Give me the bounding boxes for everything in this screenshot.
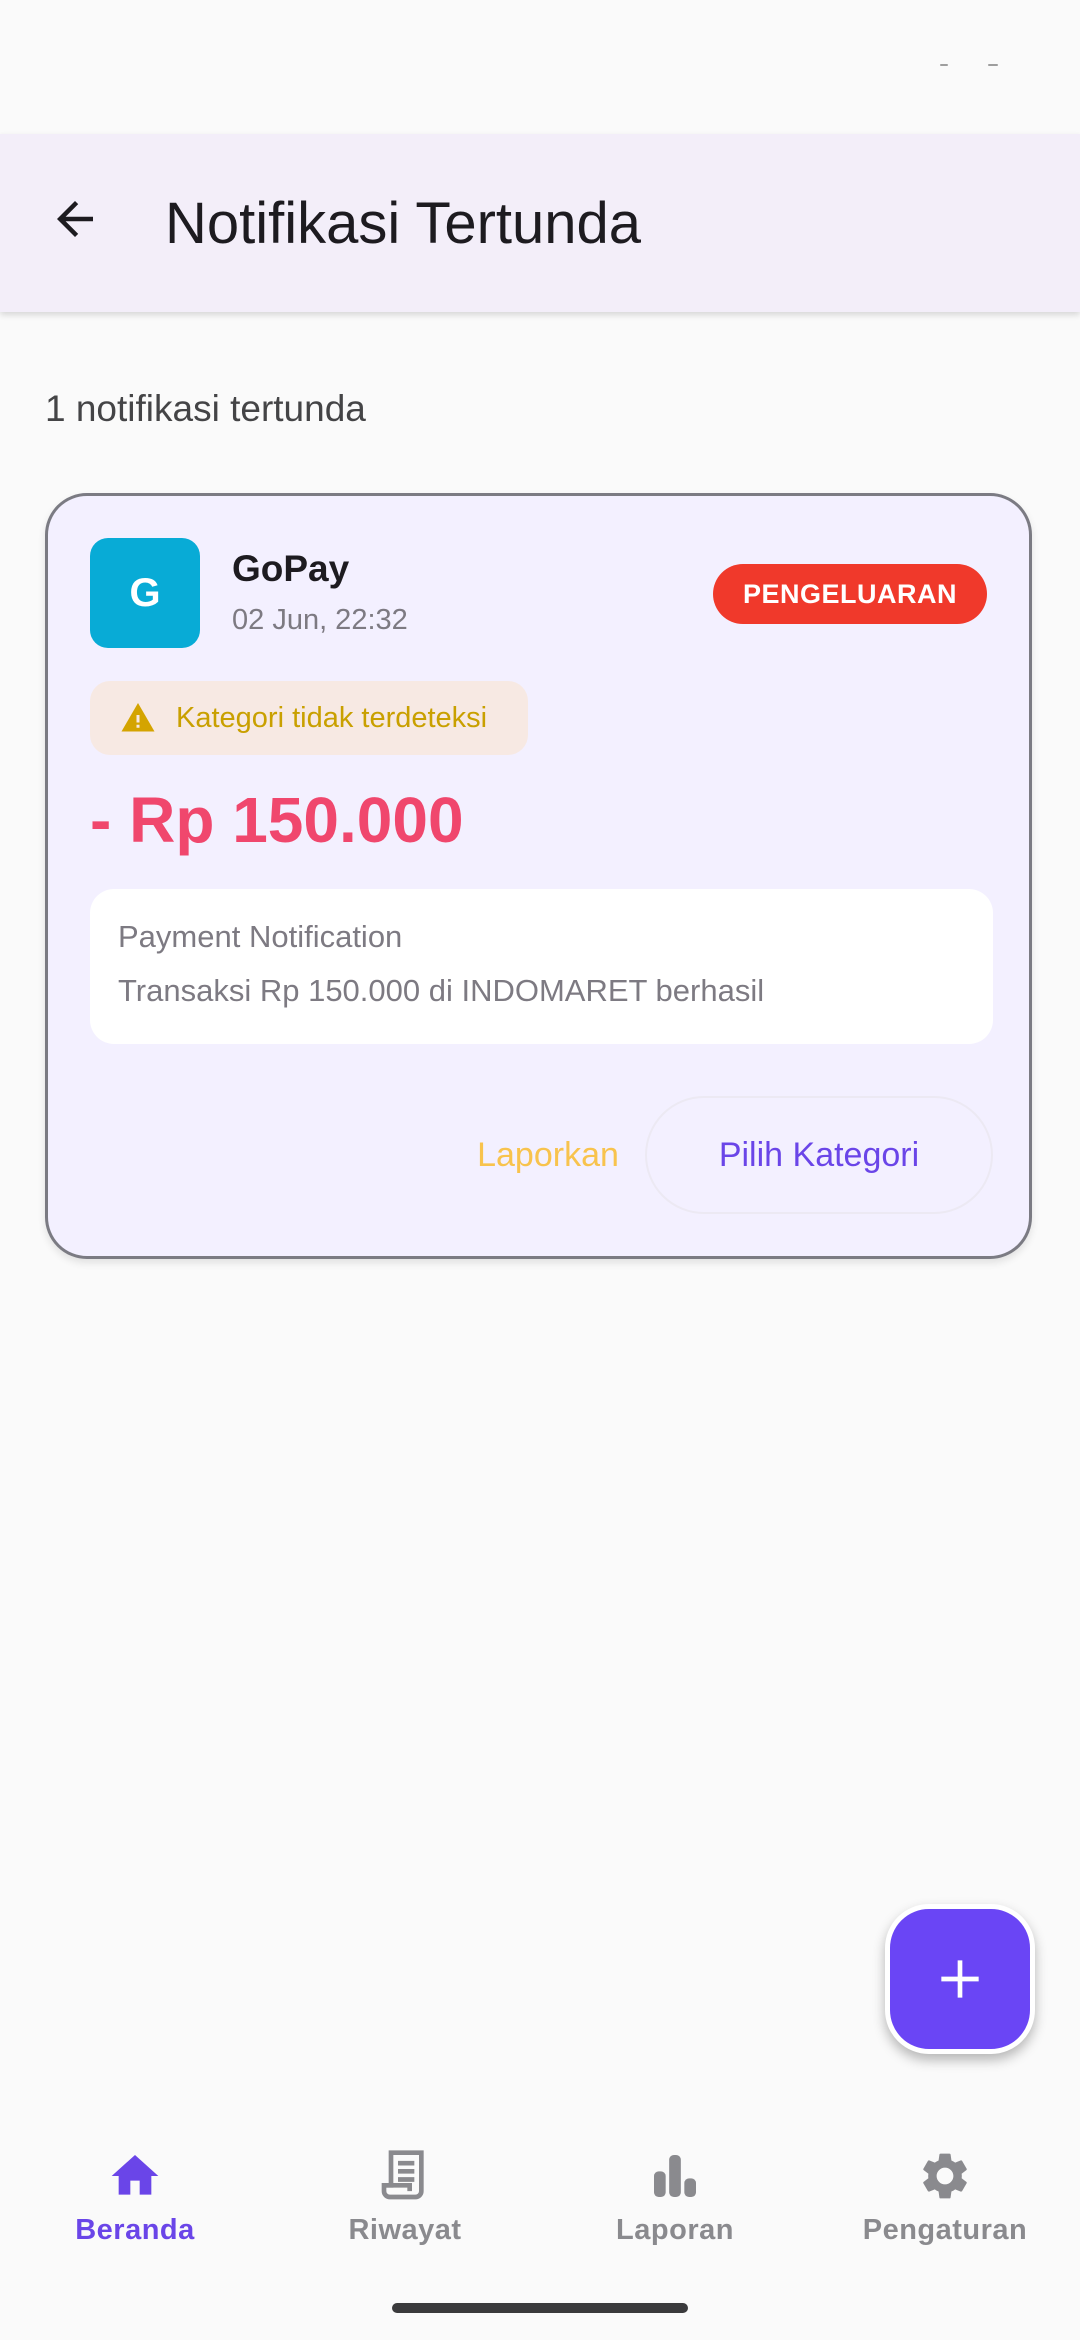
- badge-label: PENGELUARAN: [742, 578, 957, 609]
- source-name: GoPay: [232, 548, 350, 589]
- notification-card: G GoPay 02 Jun, 22:32 PENGELUARAN Katego…: [45, 493, 1032, 1259]
- gear-icon: [923, 2153, 967, 2199]
- nav-label: Pengaturan: [862, 2214, 1028, 2246]
- status-bar: [0, 0, 1080, 134]
- back-button[interactable]: [30, 174, 120, 264]
- choose-category-button[interactable]: Pilih Kategori: [645, 1096, 993, 1214]
- plus-icon: [941, 1960, 979, 1998]
- notification-message: Payment Notification Transaksi Rp 150.00…: [90, 889, 993, 1044]
- add-transaction-button[interactable]: [885, 1904, 1035, 2054]
- nav-label: Beranda: [75, 2214, 195, 2246]
- nav-label: Riwayat: [348, 2214, 462, 2246]
- home-indicator[interactable]: [392, 2303, 688, 2313]
- status-indicator: [988, 64, 998, 66]
- bar-chart-icon: [654, 2155, 696, 2197]
- home-icon: [111, 2155, 159, 2195]
- pending-count-text: 1 notifikasi tertunda: [45, 388, 366, 429]
- nav-item-beranda[interactable]: Beranda: [0, 2146, 270, 2256]
- nav-item-pengaturan[interactable]: Pengaturan: [810, 2146, 1080, 2256]
- nav-item-riwayat[interactable]: Riwayat: [270, 2146, 540, 2256]
- category-warning-chip: Kategori tidak terdeteksi: [90, 681, 528, 755]
- source-avatar: G: [90, 538, 200, 648]
- warning-triangle-icon: [121, 703, 155, 732]
- report-button[interactable]: Laporkan: [418, 1096, 678, 1214]
- avatar-letter: G: [129, 570, 161, 615]
- transaction-amount: - Rp 150.000: [90, 784, 464, 856]
- page-title: Notifikasi Tertunda: [165, 190, 642, 256]
- receipt-icon: [381, 2150, 424, 2200]
- app-bar: Notifikasi Tertunda: [0, 134, 1080, 312]
- bottom-navigation: Beranda Riwayat Laporan Pengaturan: [0, 2098, 1080, 2340]
- nav-label: Laporan: [616, 2214, 734, 2246]
- transaction-type-badge: PENGELUARAN: [712, 564, 987, 624]
- warning-text: Kategori tidak terdeteksi: [176, 701, 488, 734]
- status-indicator: [940, 64, 948, 66]
- message-title: Payment Notification: [118, 919, 403, 954]
- nav-item-laporan[interactable]: Laporan: [540, 2146, 810, 2256]
- arrow-left-icon: [57, 201, 93, 237]
- notification-timestamp: 02 Jun, 22:32: [232, 604, 408, 636]
- message-body: Transaksi Rp 150.000 di INDOMARET berhas…: [118, 973, 765, 1008]
